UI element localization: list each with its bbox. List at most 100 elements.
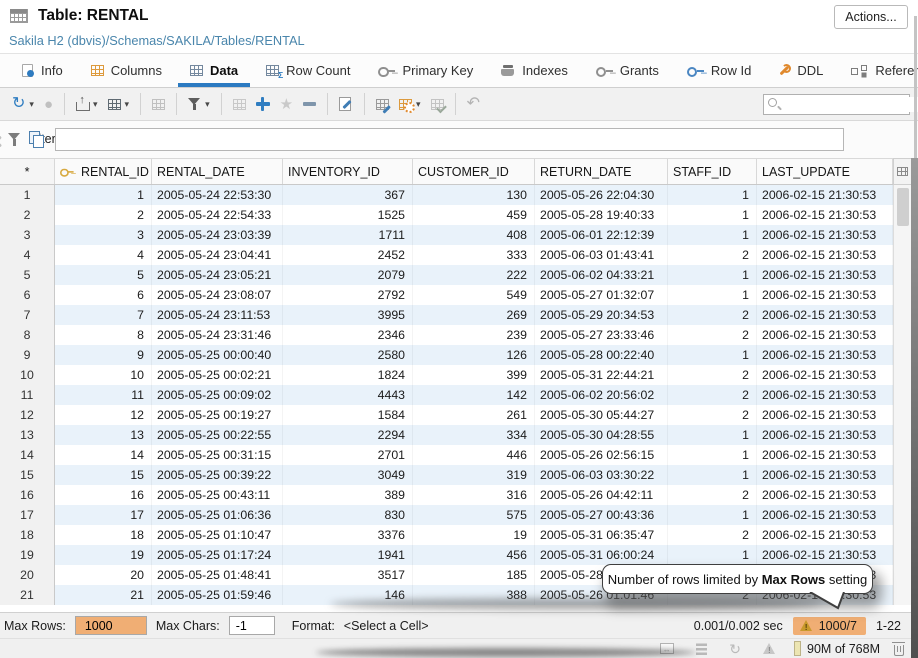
cell-rental_id[interactable]: 1 bbox=[55, 185, 152, 205]
cell-return_date[interactable]: 2005-05-26 22:04:30 bbox=[535, 185, 668, 205]
copy-filter-icon[interactable] bbox=[29, 131, 44, 147]
cell-inventory_id[interactable]: 389 bbox=[283, 485, 413, 505]
row-number[interactable]: 15 bbox=[0, 465, 55, 485]
cell-return_date[interactable]: 2005-05-30 05:44:27 bbox=[535, 405, 668, 425]
cell-inventory_id[interactable]: 2580 bbox=[283, 345, 413, 365]
search-input[interactable] bbox=[784, 97, 918, 112]
row-number[interactable]: 9 bbox=[0, 345, 55, 365]
cell-staff_id[interactable]: 2 bbox=[668, 325, 757, 345]
cell-return_date[interactable]: 2005-05-31 06:35:47 bbox=[535, 525, 668, 545]
cell-inventory_id[interactable]: 2792 bbox=[283, 285, 413, 305]
alerts-icon[interactable] bbox=[763, 643, 776, 654]
cell-inventory_id[interactable]: 3995 bbox=[283, 305, 413, 325]
tab-columns[interactable]: Columns bbox=[77, 54, 176, 87]
cell-inventory_id[interactable]: 2701 bbox=[283, 445, 413, 465]
cell-last_update[interactable]: 2006-02-15 21:30:53 bbox=[757, 285, 893, 305]
cell-staff_id[interactable]: 2 bbox=[668, 485, 757, 505]
cell-rental_id[interactable]: 16 bbox=[55, 485, 152, 505]
cell-rental_date[interactable]: 2005-05-25 00:00:40 bbox=[152, 345, 283, 365]
garbage-collect-icon[interactable] bbox=[894, 645, 904, 656]
cell-staff_id[interactable]: 1 bbox=[668, 185, 757, 205]
row-number[interactable]: 2 bbox=[0, 205, 55, 225]
cell-staff_id[interactable]: 1 bbox=[668, 205, 757, 225]
cell-customer_id[interactable]: 456 bbox=[413, 545, 535, 565]
row-number[interactable]: 21 bbox=[0, 585, 55, 605]
cell-rental_id[interactable]: 3 bbox=[55, 225, 152, 245]
cell-last_update[interactable]: 2006-02-15 21:30:53 bbox=[757, 545, 893, 565]
cell-return_date[interactable]: 2005-05-31 06:00:24 bbox=[535, 545, 668, 565]
refresh-button[interactable]: ↻▾ bbox=[8, 92, 38, 116]
cell-rental_date[interactable]: 2005-05-25 01:10:47 bbox=[152, 525, 283, 545]
cell-customer_id[interactable]: 239 bbox=[413, 325, 535, 345]
cell-inventory_id[interactable]: 1525 bbox=[283, 205, 413, 225]
tab-primary-key[interactable]: Primary Key bbox=[364, 54, 487, 87]
cell-customer_id[interactable]: 459 bbox=[413, 205, 535, 225]
row-number[interactable]: 8 bbox=[0, 325, 55, 345]
row-number[interactable]: 14 bbox=[0, 445, 55, 465]
column-header-inventory_id[interactable]: INVENTORY_ID bbox=[283, 159, 413, 184]
cell-inventory_id[interactable]: 4443 bbox=[283, 385, 413, 405]
cell-staff_id[interactable]: 1 bbox=[668, 345, 757, 365]
cell-inventory_id[interactable]: 1711 bbox=[283, 225, 413, 245]
cell-return_date[interactable]: 2005-05-29 20:34:53 bbox=[535, 305, 668, 325]
corner-header[interactable]: * bbox=[0, 159, 55, 184]
tab-row-count[interactable]: ΣRow Count bbox=[252, 54, 364, 87]
cell-customer_id[interactable]: 269 bbox=[413, 305, 535, 325]
cell-inventory_id[interactable]: 2079 bbox=[283, 265, 413, 285]
cell-staff_id[interactable]: 1 bbox=[668, 225, 757, 245]
cell-staff_id[interactable]: 2 bbox=[668, 305, 757, 325]
actions-button[interactable]: Actions... bbox=[834, 5, 908, 29]
insert-row-button[interactable] bbox=[252, 93, 274, 115]
column-header-last_update[interactable]: LAST_UPDATE bbox=[757, 159, 893, 184]
filter-rows-dropdown-caret-icon[interactable]: ▾ bbox=[205, 99, 210, 110]
cell-customer_id[interactable]: 549 bbox=[413, 285, 535, 305]
column-header-customer_id[interactable]: CUSTOMER_ID bbox=[413, 159, 535, 184]
vertical-scrollbar[interactable] bbox=[893, 185, 911, 605]
sync-status-icon[interactable]: ↻ bbox=[729, 642, 741, 656]
quick-search-box[interactable] bbox=[763, 94, 910, 115]
cell-return_date[interactable]: 2005-06-03 01:43:41 bbox=[535, 245, 668, 265]
cell-rental_date[interactable]: 2005-05-25 00:09:02 bbox=[152, 385, 283, 405]
cell-inventory_id[interactable]: 3517 bbox=[283, 565, 413, 585]
cell-inventory_id[interactable]: 2294 bbox=[283, 425, 413, 445]
cell-rental_date[interactable]: 2005-05-25 01:06:36 bbox=[152, 505, 283, 525]
cell-customer_id[interactable]: 399 bbox=[413, 365, 535, 385]
cell-last_update[interactable]: 2006-02-15 21:30:53 bbox=[757, 185, 893, 205]
cell-customer_id[interactable]: 319 bbox=[413, 465, 535, 485]
cell-rental_date[interactable]: 2005-05-25 00:43:11 bbox=[152, 485, 283, 505]
cell-inventory_id[interactable]: 2452 bbox=[283, 245, 413, 265]
row-number[interactable]: 10 bbox=[0, 365, 55, 385]
row-number[interactable]: 16 bbox=[0, 485, 55, 505]
cell-customer_id[interactable]: 261 bbox=[413, 405, 535, 425]
filter-input[interactable] bbox=[55, 128, 844, 151]
row-number[interactable]: 3 bbox=[0, 225, 55, 245]
cell-rental_date[interactable]: 2005-05-25 01:59:46 bbox=[152, 585, 283, 605]
max-rows-input[interactable] bbox=[75, 616, 147, 635]
cell-return_date[interactable]: 2005-05-26 02:56:15 bbox=[535, 445, 668, 465]
cell-last_update[interactable]: 2006-02-15 21:30:53 bbox=[757, 365, 893, 385]
row-number[interactable]: 4 bbox=[0, 245, 55, 265]
cell-customer_id[interactable]: 333 bbox=[413, 245, 535, 265]
cell-rental_date[interactable]: 2005-05-24 23:31:46 bbox=[152, 325, 283, 345]
cell-rental_id[interactable]: 7 bbox=[55, 305, 152, 325]
delete-row-button[interactable] bbox=[299, 98, 320, 110]
column-header-rental_date[interactable]: RENTAL_DATE bbox=[152, 159, 283, 184]
cell-return_date[interactable]: 2005-06-02 20:56:02 bbox=[535, 385, 668, 405]
row-number[interactable]: 13 bbox=[0, 425, 55, 445]
cell-last_update[interactable]: 2006-02-15 21:30:53 bbox=[757, 425, 893, 445]
cell-return_date[interactable]: 2005-05-27 23:33:46 bbox=[535, 325, 668, 345]
cell-customer_id[interactable]: 142 bbox=[413, 385, 535, 405]
cell-staff_id[interactable]: 1 bbox=[668, 425, 757, 445]
cell-rental_id[interactable]: 4 bbox=[55, 245, 152, 265]
tab-references[interactable]: References bbox=[837, 54, 918, 87]
tab-ddl[interactable]: DDL bbox=[765, 54, 837, 87]
cell-staff_id[interactable]: 2 bbox=[668, 405, 757, 425]
clear-filter-icon[interactable] bbox=[0, 135, 3, 149]
cell-last_update[interactable]: 2006-02-15 21:30:53 bbox=[757, 505, 893, 525]
cell-staff_id[interactable]: 2 bbox=[668, 365, 757, 385]
cell-return_date[interactable]: 2005-05-28 19:40:33 bbox=[535, 205, 668, 225]
cell-inventory_id[interactable]: 3376 bbox=[283, 525, 413, 545]
cell-return_date[interactable]: 2005-05-31 22:44:21 bbox=[535, 365, 668, 385]
cell-last_update[interactable]: 2006-02-15 21:30:53 bbox=[757, 385, 893, 405]
cell-inventory_id[interactable]: 1824 bbox=[283, 365, 413, 385]
